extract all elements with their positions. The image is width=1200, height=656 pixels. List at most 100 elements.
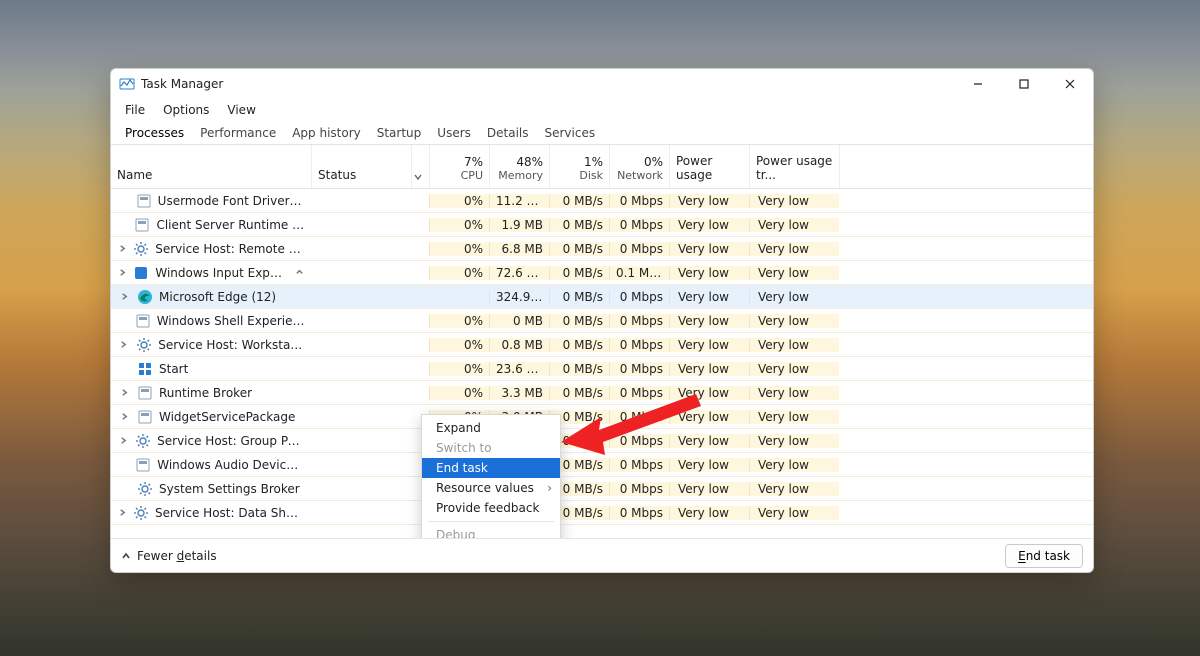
process-icon: [134, 217, 150, 233]
tab-app-history[interactable]: App history: [284, 122, 369, 144]
expand-caret-icon[interactable]: [117, 388, 131, 397]
col-power-usage[interactable]: Power usage: [669, 145, 749, 188]
titlebar: Task Manager: [111, 69, 1093, 99]
tab-performance[interactable]: Performance: [192, 122, 284, 144]
cell-power-trend: Very low: [749, 242, 839, 256]
ctx-end-task[interactable]: End task: [422, 458, 560, 478]
process-icon: [136, 337, 152, 353]
col-status[interactable]: Status: [311, 145, 411, 188]
cell-power-trend: Very low: [749, 482, 839, 496]
process-icon: [137, 361, 153, 377]
cell-power: Very low: [669, 218, 749, 232]
process-icon: [135, 313, 151, 329]
process-name: Usermode Font Driver Host: [158, 194, 305, 208]
table-row[interactable]: Start0%23.6 MB0 MB/s0 MbpsVery lowVery l…: [111, 357, 1093, 381]
table-row[interactable]: Windows Input Experience (3)0%72.6 MB0 M…: [111, 261, 1093, 285]
tab-services[interactable]: Services: [537, 122, 604, 144]
process-name: Windows Audio Device Grap: [157, 458, 305, 472]
minimize-button[interactable]: [955, 69, 1001, 99]
table-row[interactable]: Runtime Broker0%3.3 MB0 MB/s0 MbpsVery l…: [111, 381, 1093, 405]
context-menu: Expand Switch to End task Resource value…: [421, 414, 561, 538]
expand-caret-icon[interactable]: [117, 340, 130, 349]
cell-power: Very low: [669, 434, 749, 448]
close-button[interactable]: [1047, 69, 1093, 99]
chevron-up-icon: [121, 551, 131, 561]
menu-file[interactable]: File: [117, 101, 153, 119]
cell-power-trend: Very low: [749, 218, 839, 232]
menu-view[interactable]: View: [219, 101, 263, 119]
expand-caret-icon[interactable]: [117, 268, 127, 277]
expand-caret-icon[interactable]: [117, 292, 131, 301]
table-row[interactable]: Service Host: Data Sharing Service0%1.9 …: [111, 501, 1093, 525]
table-row[interactable]: Windows Shell Experience Ho0%0 MB0 MB/s0…: [111, 309, 1093, 333]
table-row[interactable]: Windows Audio Device Grap0%1.1 MB0 MB/s0…: [111, 453, 1093, 477]
end-task-button[interactable]: End task: [1005, 544, 1083, 568]
cell-power: Very low: [669, 482, 749, 496]
tab-users[interactable]: Users: [429, 122, 479, 144]
window-title: Task Manager: [141, 77, 223, 91]
table-row[interactable]: Usermode Font Driver Host0%11.2 MB0 MB/s…: [111, 189, 1093, 213]
cell-network: 0.1 Mbps: [609, 266, 669, 280]
process-name: Runtime Broker: [159, 386, 252, 400]
cell-power: Very low: [669, 242, 749, 256]
table-row[interactable]: Service Host: Workstation0%0.8 MB0 MB/s0…: [111, 333, 1093, 357]
collapse-caret-icon[interactable]: [295, 268, 305, 277]
fewer-details-button[interactable]: Fewer details: [121, 549, 217, 563]
cell-cpu: 0%: [429, 386, 489, 400]
cell-power-trend: Very low: [749, 386, 839, 400]
cell-cpu: 0%: [429, 362, 489, 376]
tab-details[interactable]: Details: [479, 122, 537, 144]
tab-startup[interactable]: Startup: [369, 122, 430, 144]
process-name: Client Server Runtime Process: [156, 218, 305, 232]
expand-caret-icon[interactable]: [117, 412, 131, 421]
process-icon: [137, 385, 153, 401]
cell-memory: 324.9 MB: [489, 290, 549, 304]
process-name: Service Host: Remote Procedure...: [155, 242, 305, 256]
process-name: Windows Input Experience (3): [155, 266, 288, 280]
col-network[interactable]: 0%Network: [609, 145, 669, 188]
col-memory[interactable]: 48%Memory: [489, 145, 549, 188]
cell-disk: 0 MB/s: [549, 314, 609, 328]
process-icon: [133, 241, 149, 257]
cell-power-trend: Very low: [749, 266, 839, 280]
cell-memory: 0 MB: [489, 314, 549, 328]
cell-cpu: 0%: [429, 314, 489, 328]
table-row[interactable]: System Settings Broker0%2.6 MB0 MB/s0 Mb…: [111, 477, 1093, 501]
column-options-icon[interactable]: [411, 145, 429, 188]
table-row[interactable]: Service Host: Group Policy C0%1.2 MB0 MB…: [111, 429, 1093, 453]
cell-cpu: 0%: [429, 338, 489, 352]
ctx-resource-values[interactable]: Resource values: [422, 478, 560, 498]
process-name: Microsoft Edge (12): [159, 290, 276, 304]
expand-caret-icon[interactable]: [117, 436, 129, 445]
table-row[interactable]: Service Host: Remote Procedure...0%6.8 M…: [111, 237, 1093, 261]
table-row[interactable]: Microsoft Edge (12)324.9 MB0 MB/s0 MbpsV…: [111, 285, 1093, 309]
expand-caret-icon[interactable]: [117, 244, 127, 253]
cell-memory: 3.3 MB: [489, 386, 549, 400]
ctx-expand[interactable]: Expand: [422, 418, 560, 438]
cell-disk: 0 MB/s: [549, 362, 609, 376]
cell-disk: 0 MB/s: [549, 338, 609, 352]
expand-caret-icon[interactable]: [117, 508, 127, 517]
ctx-provide-feedback[interactable]: Provide feedback: [422, 498, 560, 518]
col-disk[interactable]: 1%Disk: [549, 145, 609, 188]
cell-cpu: 0%: [429, 266, 489, 280]
maximize-button[interactable]: [1001, 69, 1047, 99]
cell-network: 0 Mbps: [609, 362, 669, 376]
menu-options[interactable]: Options: [155, 101, 217, 119]
table-row[interactable]: WidgetServicePackage0%3.0 MB0 MB/s0 Mbps…: [111, 405, 1093, 429]
col-power-trend[interactable]: Power usage tr...: [749, 145, 839, 188]
cell-network: 0 Mbps: [609, 386, 669, 400]
process-name: WidgetServicePackage: [159, 410, 295, 424]
table-row[interactable]: Client Server Runtime Process0%1.9 MB0 M…: [111, 213, 1093, 237]
menubar: File Options View: [111, 99, 1093, 121]
tab-processes[interactable]: Processes: [117, 122, 192, 144]
cell-memory: 23.6 MB: [489, 362, 549, 376]
cell-memory: 0.8 MB: [489, 338, 549, 352]
col-name[interactable]: Name: [111, 145, 311, 188]
task-manager-icon: [119, 76, 135, 92]
cell-network: 0 Mbps: [609, 242, 669, 256]
cell-power-trend: Very low: [749, 410, 839, 424]
col-cpu[interactable]: 7%CPU: [429, 145, 489, 188]
cell-disk: 0 MB/s: [549, 242, 609, 256]
cell-power-trend: Very low: [749, 338, 839, 352]
